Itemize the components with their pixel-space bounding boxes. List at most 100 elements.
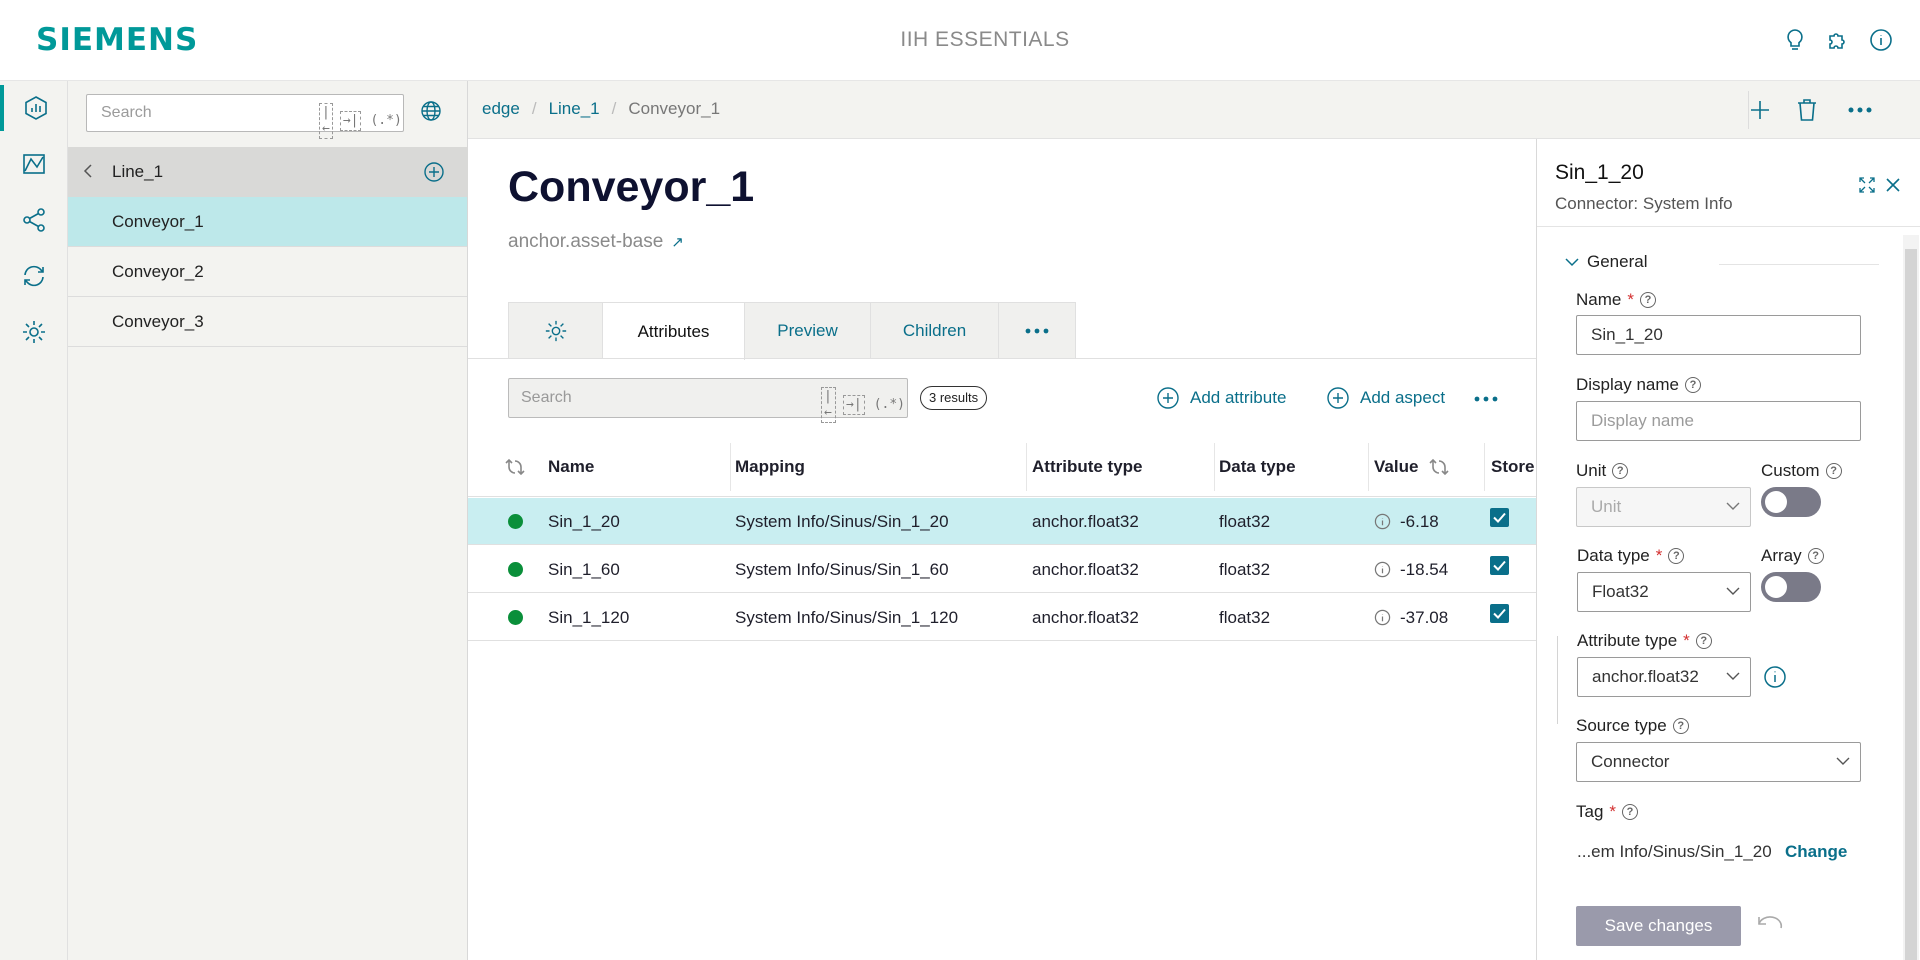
table-header: Name Mapping Attribute type Data type Va… (468, 437, 1536, 497)
settings-icon[interactable] (0, 309, 68, 355)
tab-bar: Attributes Preview Children (508, 302, 1076, 360)
column-divider (1214, 443, 1215, 491)
value-info-icon[interactable] (1374, 498, 1391, 545)
tab-preview[interactable]: Preview (745, 303, 871, 359)
status-dot (508, 594, 523, 641)
asset-type-link[interactable]: anchor.asset-base ↗ (508, 231, 684, 253)
value-info-icon[interactable] (1374, 546, 1391, 593)
data-type-select[interactable]: Float32 (1577, 572, 1751, 612)
dashboard-icon[interactable] (0, 141, 68, 187)
regex-toggle[interactable]: (.*) (872, 396, 907, 414)
refresh-column-icon[interactable] (504, 437, 526, 497)
sync-icon[interactable] (0, 253, 68, 299)
puzzle-icon[interactable] (1824, 26, 1852, 54)
column-store[interactable]: Store (1491, 437, 1534, 497)
column-value[interactable]: Value (1374, 437, 1418, 497)
unit-select[interactable]: Unit (1576, 487, 1751, 527)
help-icon[interactable]: ? (1695, 633, 1712, 649)
tab-settings[interactable] (509, 303, 603, 359)
section-divider (1719, 264, 1879, 265)
help-icon[interactable]: ? (1672, 718, 1689, 734)
change-tag-link[interactable]: Change (1785, 842, 1847, 862)
tree-search-input[interactable] (101, 104, 301, 122)
save-changes-button[interactable]: Save changes (1576, 906, 1741, 946)
help-icon[interactable]: ? (1612, 463, 1629, 479)
help-icon[interactable]: ? (1685, 377, 1701, 393)
add-child-icon[interactable] (423, 161, 445, 188)
row-data-type: float32 (1219, 607, 1271, 627)
add-aspect-button[interactable]: Add aspect (1326, 386, 1445, 410)
share-icon[interactable] (0, 197, 68, 243)
close-icon[interactable] (1883, 175, 1903, 195)
chevron-left-icon[interactable] (82, 163, 94, 184)
undo-icon[interactable] (1757, 913, 1783, 938)
lightbulb-icon[interactable] (1781, 26, 1809, 54)
attribute-search-input[interactable] (521, 389, 771, 407)
source-type-label: Source type? (1576, 716, 1689, 736)
toolbar-more-icon[interactable] (1474, 396, 1498, 402)
tree-parent-line-1[interactable]: Line_1 (68, 147, 468, 197)
add-attribute-button[interactable]: Add attribute (1156, 386, 1286, 410)
info-icon[interactable] (1867, 26, 1895, 54)
help-icon[interactable]: ? (1639, 292, 1656, 308)
column-divider (1026, 443, 1027, 491)
column-attribute-type[interactable]: Attribute type (1032, 437, 1143, 497)
app-title: IIH ESSENTIALS (900, 28, 1070, 51)
globe-icon[interactable] (420, 100, 442, 127)
breadcrumb-edge[interactable]: edge (482, 99, 520, 119)
attribute-type-select[interactable]: anchor.float32 (1577, 657, 1751, 697)
custom-toggle[interactable] (1761, 487, 1821, 517)
help-icon[interactable]: ? (1622, 804, 1639, 820)
section-general-toggle[interactable]: General (1565, 252, 1647, 272)
table-row[interactable]: Sin_1_120 System Info/Sinus/Sin_1_120 an… (468, 594, 1536, 641)
match-end-toggle[interactable]: →| (843, 395, 865, 415)
match-start-toggle[interactable]: |← (319, 103, 333, 139)
tab-more-icon[interactable] (999, 303, 1075, 359)
display-name-field[interactable]: Display name (1576, 401, 1861, 441)
delete-icon[interactable] (1792, 95, 1822, 125)
column-data-type[interactable]: Data type (1219, 437, 1296, 497)
tree-item-conveyor-1[interactable]: Conveyor_1 (68, 197, 467, 247)
breadcrumb-current: Conveyor_1 (628, 99, 721, 118)
panel-subtitle: Connector: System Info (1555, 194, 1733, 213)
table-row[interactable]: Sin_1_60 System Info/Sinus/Sin_1_60 anch… (468, 546, 1536, 593)
store-checkbox[interactable] (1490, 494, 1509, 541)
tab-children[interactable]: Children (871, 303, 999, 359)
source-type-value: Connector (1591, 752, 1670, 771)
help-icon[interactable]: ? (1668, 548, 1685, 564)
attribute-type-value: anchor.float32 (1592, 667, 1699, 686)
breadcrumb-separator: / (531, 99, 537, 118)
help-icon[interactable]: ? (1807, 548, 1824, 564)
tree-item-conveyor-2[interactable]: Conveyor_2 (68, 247, 467, 297)
array-toggle[interactable] (1761, 572, 1821, 602)
store-checkbox[interactable] (1490, 590, 1509, 637)
tag-label: Tag *? (1576, 802, 1639, 822)
tree-item-conveyor-3[interactable]: Conveyor_3 (68, 297, 467, 347)
asset-model-icon[interactable] (0, 85, 68, 131)
value-info-icon[interactable] (1374, 594, 1391, 641)
add-aspect-label: Add aspect (1360, 388, 1446, 407)
match-end-toggle[interactable]: →| (339, 111, 362, 131)
name-field[interactable]: Sin_1_20 (1576, 315, 1861, 355)
column-name[interactable]: Name (548, 437, 594, 497)
expand-icon[interactable] (1857, 175, 1877, 195)
store-checkbox[interactable] (1490, 542, 1509, 589)
column-mapping[interactable]: Mapping (735, 437, 805, 497)
source-type-select[interactable]: Connector (1576, 742, 1861, 782)
add-circle-icon (1157, 387, 1179, 409)
panel-scrollbar[interactable] (1903, 235, 1919, 960)
more-options-icon[interactable] (1845, 95, 1875, 125)
breadcrumb-line-1[interactable]: Line_1 (549, 99, 600, 119)
regex-toggle[interactable]: (.*) (368, 112, 403, 130)
match-start-toggle[interactable]: |← (821, 387, 837, 423)
tab-attributes[interactable]: Attributes (603, 303, 745, 360)
add-icon[interactable] (1745, 95, 1775, 125)
asset-type-label: anchor.asset-base (508, 231, 664, 252)
refresh-values-icon[interactable] (1428, 437, 1450, 497)
external-link-icon[interactable]: ↗ (671, 234, 684, 251)
data-type-value: Float32 (1592, 582, 1649, 601)
table-row[interactable]: Sin_1_20 System Info/Sinus/Sin_1_20 anch… (468, 498, 1536, 545)
attribute-type-info-icon[interactable] (1763, 665, 1787, 694)
help-icon[interactable]: ? (1825, 463, 1842, 479)
section-general-label: General (1587, 252, 1648, 271)
